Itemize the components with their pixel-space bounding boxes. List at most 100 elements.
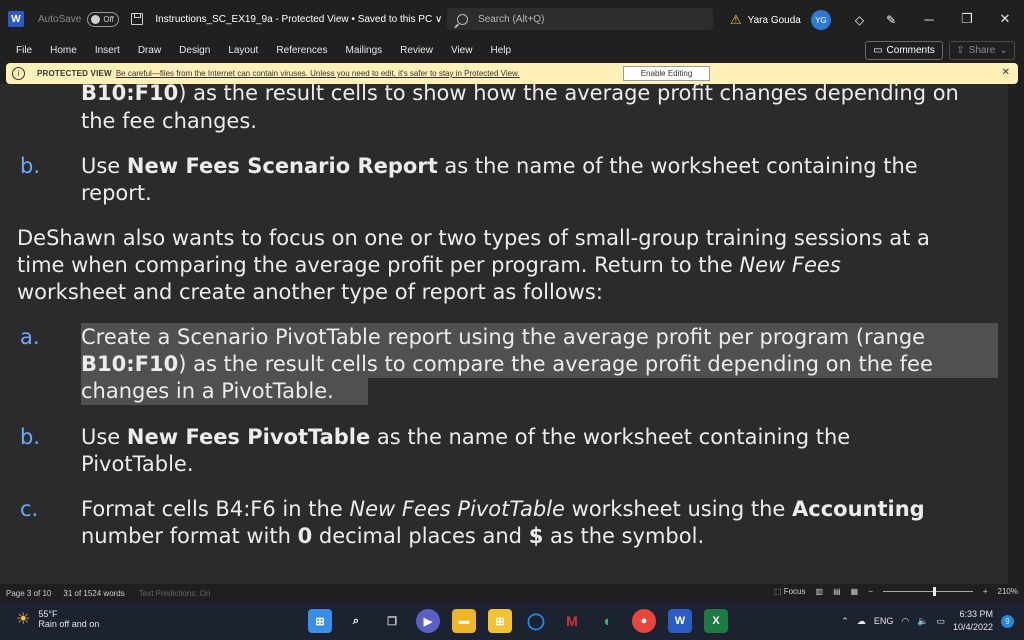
- minimize-icon[interactable]: ─: [910, 12, 948, 27]
- weather-widget[interactable]: ☀ 55°F Rain off and on: [16, 609, 99, 629]
- diamond-icon[interactable]: ◇: [855, 13, 864, 27]
- toggle-knob: [91, 14, 101, 24]
- zoom-in-icon[interactable]: +: [983, 587, 988, 596]
- bold-text: $: [528, 524, 544, 548]
- warning-icon[interactable]: ⚠: [730, 12, 742, 28]
- document-page[interactable]: B10:F10) as the result cells to show how…: [0, 84, 1024, 584]
- store-icon[interactable]: ⊞: [488, 609, 512, 633]
- search-icon[interactable]: ⌕: [344, 609, 368, 633]
- restore-icon[interactable]: ❐: [948, 11, 986, 27]
- web-layout-icon[interactable]: ▦: [851, 587, 859, 596]
- menu-design[interactable]: Design: [170, 45, 219, 56]
- edge-icon[interactable]: ◐: [596, 609, 620, 633]
- bold-text: 0: [297, 524, 313, 548]
- focus-button[interactable]: ⬚ Focus: [774, 587, 806, 596]
- focus-label: Focus: [783, 587, 806, 596]
- chevron-up-icon[interactable]: ⌃: [841, 616, 849, 627]
- menu-view[interactable]: View: [442, 45, 482, 56]
- list-letter: b.: [20, 425, 41, 449]
- list-letter: c.: [20, 497, 39, 521]
- menu-home[interactable]: Home: [41, 45, 86, 56]
- enable-editing-button[interactable]: Enable Editing: [623, 66, 710, 81]
- print-layout-icon[interactable]: ▤: [833, 587, 841, 596]
- share-label: Share: [968, 45, 996, 56]
- text-run: ) as the result cells to compare the ave…: [178, 352, 933, 376]
- menu-review[interactable]: Review: [391, 45, 442, 56]
- bold-range: B10:F10: [81, 352, 179, 376]
- excel-app-icon[interactable]: X: [704, 609, 728, 633]
- text-run: Use: [81, 154, 127, 178]
- search-input[interactable]: Search (Alt+Q): [447, 8, 713, 30]
- menu-draw[interactable]: Draw: [129, 45, 170, 56]
- text-line: PivotTable.: [81, 452, 194, 476]
- bold-range: B10:F10: [81, 84, 179, 105]
- menu-help[interactable]: Help: [481, 45, 520, 56]
- zoom-out-icon[interactable]: −: [868, 587, 873, 596]
- zoom-thumb[interactable]: [932, 587, 936, 596]
- menu-layout[interactable]: Layout: [219, 45, 267, 56]
- status-bar: Page 3 of 10 31 of 1524 words Text Predi…: [0, 584, 1024, 602]
- user-name[interactable]: Yara Gouda: [748, 15, 801, 26]
- zoom-slider[interactable]: [882, 587, 973, 596]
- windows-start-icon[interactable]: ⊞: [308, 609, 332, 633]
- language-indicator[interactable]: ENG: [874, 616, 894, 626]
- close-icon[interactable]: ✕: [1002, 67, 1010, 78]
- vertical-scrollbar[interactable]: [1008, 84, 1024, 584]
- save-icon[interactable]: [131, 13, 144, 25]
- mcafee-icon[interactable]: M: [560, 609, 584, 633]
- chat-icon[interactable]: ▶: [416, 609, 440, 633]
- weather-icon: ☀: [16, 611, 31, 628]
- menu-file[interactable]: File: [0, 45, 41, 56]
- comments-button[interactable]: ▭ Comments: [865, 41, 943, 60]
- temperature: 55°F: [38, 609, 58, 619]
- comments-label: Comments: [886, 45, 935, 56]
- cortana-icon[interactable]: ◯: [524, 609, 548, 633]
- text-line: number format with 0 decimal places and …: [81, 524, 704, 548]
- autosave-state: Off: [103, 14, 114, 24]
- read-mode-icon[interactable]: ▥: [816, 587, 824, 596]
- close-icon[interactable]: ✕: [986, 11, 1024, 27]
- search-icon: [457, 13, 468, 25]
- volume-icon[interactable]: 🔈: [917, 616, 928, 627]
- system-tray: ⌃ ☁ ENG ◠ 🔈 ▭ 6:33 PM 10/4/2022 9: [841, 608, 1014, 634]
- menu-mailings[interactable]: Mailings: [336, 45, 391, 56]
- text-run: as the name of the worksheet containing …: [437, 154, 918, 178]
- protected-view-message[interactable]: Be careful—files from the Internet can c…: [116, 69, 520, 78]
- task-view-icon[interactable]: ❐: [380, 609, 404, 633]
- word-app-icon[interactable]: W: [668, 609, 692, 633]
- text-run: as the symbol.: [543, 524, 705, 548]
- notification-badge[interactable]: 9: [1001, 614, 1014, 628]
- wifi-icon[interactable]: ◠: [901, 616, 909, 627]
- text-run: Use: [81, 425, 127, 449]
- battery-icon[interactable]: ▭: [936, 616, 945, 627]
- document-title[interactable]: Instructions_SC_EX19_9a - Protected View…: [155, 14, 442, 25]
- zoom-level[interactable]: 210%: [998, 587, 1018, 596]
- page-count[interactable]: Page 3 of 10: [6, 589, 51, 598]
- taskbar-apps: ⊞ ⌕ ❐ ▶ ▬ ⊞ ◯ M ◐ ● W X: [308, 609, 728, 633]
- menu-insert[interactable]: Insert: [86, 45, 129, 56]
- text-run: worksheet using the: [564, 497, 793, 521]
- text-run: as the name of the worksheet containing …: [370, 425, 851, 449]
- word-count[interactable]: 31 of 1524 words: [63, 589, 124, 598]
- text-run: ) as the result cells to show how the av…: [178, 84, 959, 105]
- bold-text: New Fees Scenario Report: [126, 154, 438, 178]
- comment-icon: ▭: [873, 45, 883, 56]
- menu-references[interactable]: References: [267, 45, 336, 56]
- focus-icon: ⬚: [773, 587, 782, 596]
- list-letter: a.: [20, 325, 40, 349]
- taskbar: ☀ 55°F Rain off and on ⊞ ⌕ ❐ ▶ ▬ ⊞ ◯ M ◐…: [0, 602, 1024, 640]
- autosave-toggle[interactable]: Off: [87, 11, 120, 27]
- user-area: ⚠ Yara Gouda YG ◇ ✎: [730, 10, 896, 30]
- pen-icon[interactable]: ✎: [886, 13, 896, 27]
- onedrive-icon[interactable]: ☁: [857, 616, 866, 627]
- chevron-down-icon: ⌄: [999, 45, 1008, 56]
- text-predictions[interactable]: Text Predictions: On: [139, 589, 211, 598]
- chrome-icon[interactable]: ●: [632, 609, 656, 633]
- status-right: ⬚ Focus ▥ ▤ ▦ − + 210%: [774, 587, 1018, 596]
- share-button[interactable]: ⇪ Share ⌄: [949, 41, 1015, 60]
- text-line: the fee changes.: [81, 109, 257, 133]
- avatar[interactable]: YG: [810, 10, 831, 30]
- clock[interactable]: 6:33 PM 10/4/2022: [953, 608, 993, 634]
- file-explorer-icon[interactable]: ▬: [452, 609, 476, 633]
- time: 6:33 PM: [959, 609, 993, 619]
